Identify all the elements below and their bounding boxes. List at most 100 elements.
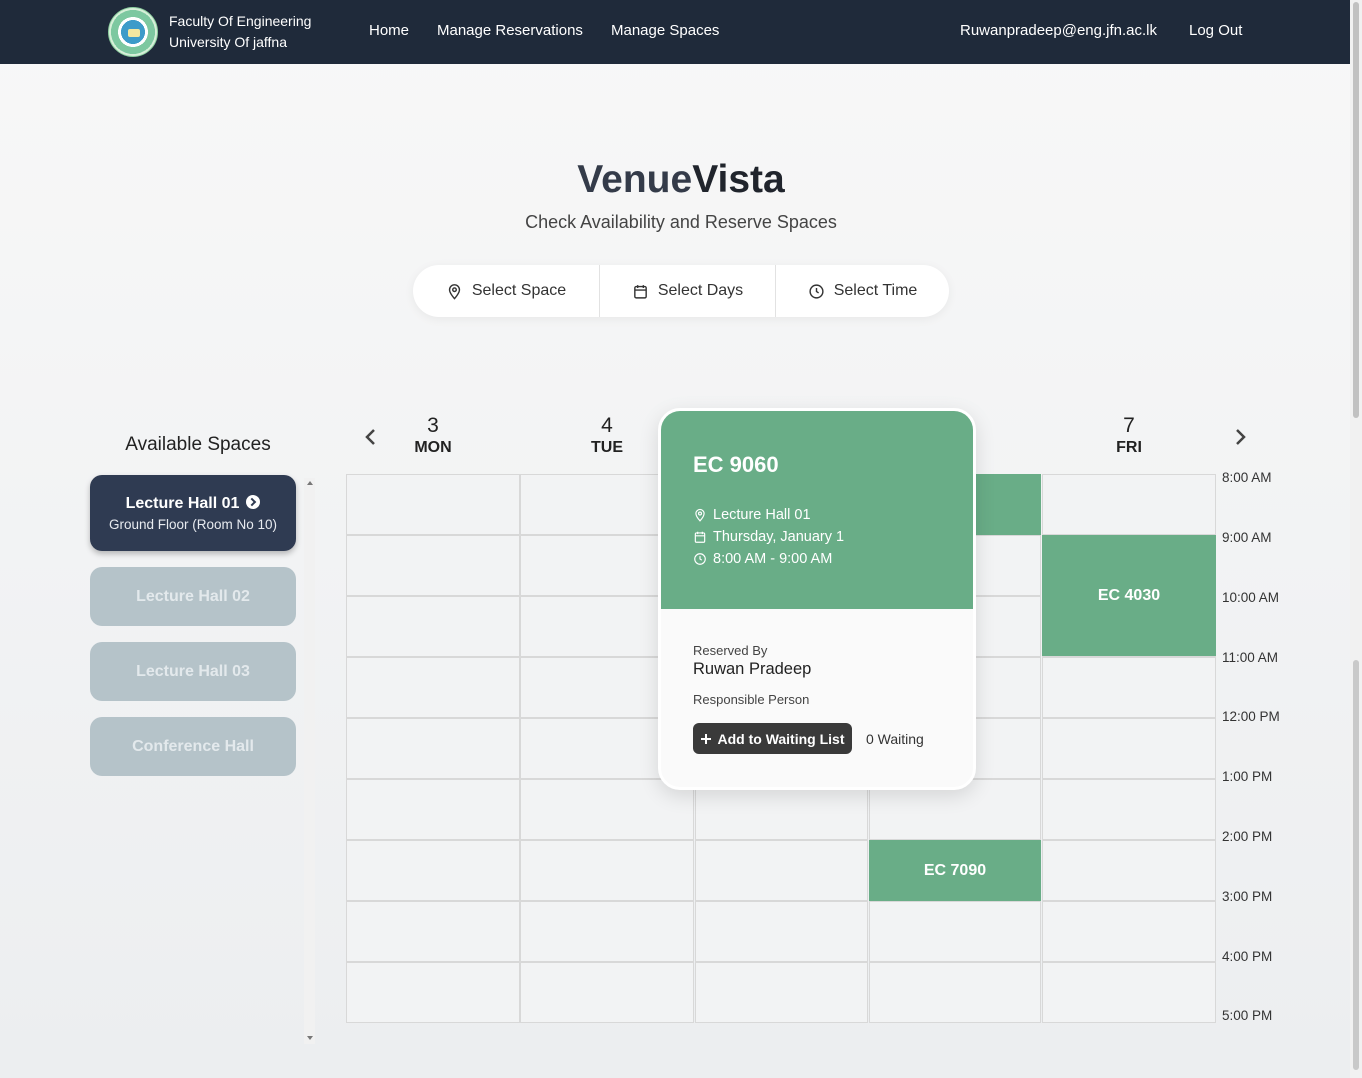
location-pin-icon: [695, 508, 705, 522]
time-axis-label: 5:00 PM: [1222, 1008, 1273, 1023]
time-slot-cell[interactable]: [346, 535, 520, 596]
select-time-button[interactable]: Select Time: [775, 265, 949, 317]
space-card-location: Ground Floor (Room No 10): [108, 517, 278, 532]
responsible-person-label: Responsible Person: [693, 692, 810, 707]
title-part-vista: Vista: [692, 158, 785, 201]
reservation-details-popup: EC 9060 Lecture Hall 01 Thursday, Januar…: [658, 408, 976, 790]
available-spaces-heading: Available Spaces: [125, 434, 271, 455]
popup-location-row: Lecture Hall 01: [693, 507, 811, 523]
reservation-event[interactable]: EC 4030: [1042, 535, 1216, 656]
time-slot-cell[interactable]: [346, 962, 520, 1023]
scroll-down-arrow-icon[interactable]: [307, 1036, 313, 1040]
popup-course-code: EC 9060: [693, 452, 779, 477]
brand-line-1: Faculty Of Engineering: [169, 13, 312, 29]
time-slot-cell[interactable]: [695, 840, 868, 901]
time-slot-cell[interactable]: [1042, 474, 1216, 535]
popup-time: 8:00 AM - 9:00 AM: [713, 551, 833, 567]
scroll-up-arrow-icon[interactable]: [307, 481, 313, 485]
space-card-lecture-hall-02[interactable]: Lecture Hall 02: [90, 567, 296, 626]
time-slot-cell[interactable]: [346, 840, 520, 901]
popup-header: EC 9060 Lecture Hall 01 Thursday, Januar…: [661, 411, 973, 609]
page-subtitle: Check Availability and Reserve Spaces: [525, 212, 837, 232]
time-slot-cell[interactable]: [346, 901, 520, 962]
university-logo-icon[interactable]: [108, 7, 158, 57]
location-pin-icon: [448, 283, 461, 300]
day-number: 3: [427, 414, 439, 437]
next-week-chevron-icon[interactable]: [1232, 428, 1248, 446]
logout-link[interactable]: Log Out: [1189, 22, 1242, 39]
popup-time-row: 8:00 AM - 9:00 AM: [693, 551, 832, 567]
nav-manage-spaces-link[interactable]: Manage Spaces: [611, 22, 719, 39]
user-email-link[interactable]: Ruwanpradeep@eng.jfn.ac.lk: [960, 22, 1157, 39]
day-number: 7: [1123, 414, 1135, 437]
day-header: 7 FRI: [1042, 414, 1216, 458]
select-time-label: Select Time: [833, 282, 918, 299]
select-days-label: Select Days: [657, 282, 744, 299]
calendar-icon: [694, 531, 706, 543]
plus-icon: [701, 733, 712, 744]
space-card-lecture-hall-03[interactable]: Lecture Hall 03: [90, 642, 296, 701]
brand-line-2: University Of jaffna: [169, 34, 288, 50]
time-axis-label: 9:00 AM: [1222, 530, 1272, 545]
add-to-waiting-list-button[interactable]: Add to Waiting List: [693, 723, 852, 754]
time-axis-label: 11:00 AM: [1222, 650, 1279, 665]
space-card-active-title: Lecture Hall 01: [90, 495, 296, 513]
nav-home-link[interactable]: Home: [369, 22, 409, 39]
time-slot-cell[interactable]: [695, 962, 868, 1023]
calendar-icon: [633, 284, 647, 299]
popup-date-row: Thursday, January 1: [693, 529, 844, 545]
time-slot-cell[interactable]: [1042, 962, 1216, 1023]
clock-icon: [809, 283, 824, 299]
waiting-count: 0 Waiting: [866, 731, 924, 747]
reservation-event[interactable]: EC 7090: [869, 840, 1041, 901]
arrow-right-circle-icon: [246, 495, 261, 509]
select-space-button[interactable]: Select Space: [413, 265, 599, 317]
time-slot-cell[interactable]: [520, 901, 694, 962]
select-days-button[interactable]: Select Days: [599, 265, 775, 317]
time-slot-cell[interactable]: [346, 779, 520, 840]
filter-bar: Select Space Select Days Select Time: [413, 265, 949, 317]
popup-date: Thursday, January 1: [713, 529, 845, 545]
time-axis-label: 1:00 PM: [1222, 769, 1273, 784]
page-scrollbar-thumb[interactable]: [1353, 2, 1359, 418]
page-scrollbar-track-segment: [1353, 660, 1359, 1070]
nav-manage-reservations-link[interactable]: Manage Reservations: [437, 22, 583, 39]
page-title: VenueVista: [0, 158, 1362, 202]
time-slot-cell[interactable]: [1042, 657, 1216, 718]
time-slot-cell[interactable]: [1042, 901, 1216, 962]
title-part-venue: Venue: [577, 158, 693, 201]
time-slot-cell[interactable]: [346, 596, 520, 657]
day-of-week: MON: [414, 439, 452, 456]
reserved-by-name: Ruwan Pradeep: [693, 660, 812, 678]
time-axis-label: 4:00 PM: [1222, 949, 1273, 964]
add-to-waiting-list-label: Add to Waiting List: [717, 730, 845, 747]
time-slot-cell[interactable]: [346, 474, 520, 535]
time-axis-label: 3:00 PM: [1222, 889, 1273, 904]
reserved-by-label: Reserved By: [693, 643, 768, 658]
popup-location: Lecture Hall 01: [713, 507, 811, 523]
space-card-name: Lecture Hall 01: [125, 495, 240, 512]
time-axis-label: 8:00 AM: [1222, 470, 1272, 485]
time-axis-label: 12:00 PM: [1222, 709, 1280, 724]
time-slot-cell[interactable]: [520, 779, 694, 840]
brand-text[interactable]: Faculty Of Engineering University Of jaf…: [169, 11, 311, 53]
time-slot-cell[interactable]: [346, 718, 520, 779]
time-slot-cell[interactable]: [869, 962, 1041, 1023]
time-slot-cell[interactable]: [346, 657, 520, 718]
time-axis-label: 2:00 PM: [1222, 829, 1273, 844]
day-header: 3 MON: [346, 414, 520, 458]
sidebar-scrollbar[interactable]: [304, 478, 315, 1044]
time-slot-cell[interactable]: [520, 840, 694, 901]
time-slot-cell[interactable]: [869, 901, 1041, 962]
space-card-conference-hall[interactable]: Conference Hall: [90, 717, 296, 776]
time-slot-cell[interactable]: [1042, 779, 1216, 840]
select-space-label: Select Space: [471, 282, 567, 299]
time-slot-cell[interactable]: [695, 901, 868, 962]
time-slot-cell[interactable]: [1042, 840, 1216, 901]
time-slot-cell[interactable]: [1042, 718, 1216, 779]
time-slot-cell[interactable]: [520, 962, 694, 1023]
space-card-lecture-hall-01[interactable]: Lecture Hall 01 Ground Floor (Room No 10…: [90, 475, 296, 551]
time-axis-label: 10:00 AM: [1222, 590, 1280, 605]
day-of-week: FRI: [1116, 439, 1142, 456]
top-navbar: Faculty Of Engineering University Of jaf…: [0, 0, 1350, 64]
